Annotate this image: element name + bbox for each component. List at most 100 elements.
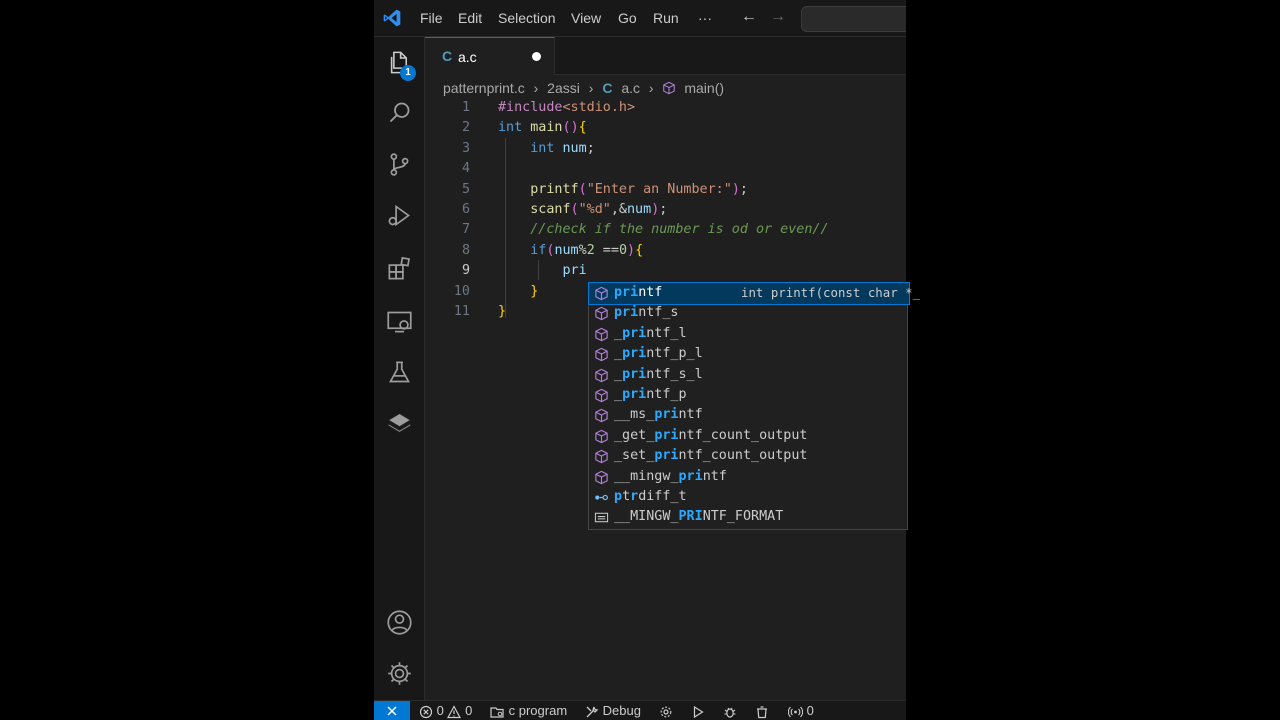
line-number: 11 xyxy=(453,304,470,319)
suggestion-label: printf xyxy=(614,285,663,300)
build-settings-button[interactable] xyxy=(659,703,673,719)
nav-forward-button[interactable]: → xyxy=(770,8,786,26)
menu-file[interactable]: File xyxy=(420,10,443,26)
layers-icon[interactable] xyxy=(386,410,413,437)
settings-gear-icon[interactable] xyxy=(386,660,413,687)
title-bar: File Edit Selection View Go Run ··· ← → xyxy=(374,0,906,37)
line-number: 9 xyxy=(461,263,470,279)
remote-explorer-icon[interactable] xyxy=(386,308,413,335)
suggestion-item[interactable]: _printf_s_l xyxy=(589,365,909,386)
suggestion-item[interactable]: printf int printf(const char *_ xyxy=(588,282,920,305)
command-center-search[interactable] xyxy=(801,6,906,32)
suggestion-label: __MINGW_PRINTF_FORMAT xyxy=(614,509,784,525)
method-cube-icon xyxy=(594,408,609,423)
code-line[interactable]: int main(){ xyxy=(498,118,587,138)
config-label: c program xyxy=(508,703,568,718)
menu-edit[interactable]: Edit xyxy=(458,10,482,26)
suggestion-label: __mingw_printf xyxy=(614,468,727,484)
code-line[interactable]: scanf("%d",&num); xyxy=(498,200,667,220)
broadcast-icon xyxy=(787,706,804,717)
method-cube-icon xyxy=(594,306,609,321)
menu-more[interactable]: ··· xyxy=(698,10,712,26)
code-line[interactable]: } xyxy=(498,282,538,302)
clean-button[interactable] xyxy=(755,703,769,719)
code-line[interactable]: #include<stdio.h> xyxy=(498,98,635,118)
menu-run[interactable]: Run xyxy=(653,10,679,26)
suggestion-item[interactable]: printf_s xyxy=(589,303,909,324)
method-cube-icon xyxy=(594,449,609,464)
breadcrumb-folder1[interactable]: patternprint.c xyxy=(443,80,525,96)
remote-indicator[interactable] xyxy=(374,701,410,720)
tab-bar: C a.c xyxy=(425,37,906,75)
method-cube-icon xyxy=(594,347,609,362)
account-icon[interactable] xyxy=(386,609,413,636)
vscode-logo-icon xyxy=(383,9,401,27)
testing-icon[interactable] xyxy=(386,359,413,386)
problems-indicator[interactable]: 0 0 xyxy=(419,703,472,719)
unsaved-dot-icon[interactable] xyxy=(532,52,541,61)
line-number: 1 xyxy=(461,100,470,115)
code-line[interactable]: int num; xyxy=(498,139,595,159)
warning-icon xyxy=(447,704,462,718)
line-number: 6 xyxy=(461,202,470,217)
suggestion-label: _printf_p_l xyxy=(614,346,703,362)
suggest-widget: printf int printf(const char *_ printf_s _p… xyxy=(588,282,920,530)
code-line[interactable]: //check if the number is od or even// xyxy=(498,220,828,240)
breadcrumb: patternprint.c › 2assi › C a.c › main() xyxy=(443,79,724,99)
suggestion-item[interactable]: __mingw_printf xyxy=(589,467,909,488)
extensions-icon[interactable] xyxy=(386,255,413,282)
debug-label: Debug xyxy=(602,703,641,718)
search-icon[interactable] xyxy=(386,99,413,126)
run-button[interactable] xyxy=(691,703,705,719)
suggestion-item[interactable]: _printf_p_l xyxy=(589,344,909,365)
line-number: 4 xyxy=(461,161,470,177)
typedef-icon xyxy=(594,490,609,505)
tab-a-c[interactable]: C a.c xyxy=(425,37,555,75)
suggestion-label: printf_s xyxy=(614,305,679,321)
error-count: 0 xyxy=(436,703,444,718)
suggestion-label: __ms_printf xyxy=(614,407,703,423)
suggestion-label: ptrdiff_t xyxy=(614,489,687,504)
code-line[interactable]: printf("Enter an Number:"); xyxy=(498,180,748,200)
trash-icon xyxy=(757,705,767,718)
suggestion-label: _printf_s_l xyxy=(614,366,703,382)
remote-icon xyxy=(387,706,397,716)
code-line[interactable]: if(num%2 ==0){ xyxy=(498,241,643,261)
line-number: 8 xyxy=(461,242,470,258)
line-number: 10 xyxy=(453,283,470,299)
debug-run-button[interactable] xyxy=(723,703,737,719)
ports-indicator[interactable]: 0 xyxy=(787,703,814,719)
suggestion-item[interactable]: _printf_p xyxy=(589,385,909,406)
suggestion-item[interactable]: _get_printf_count_output xyxy=(589,426,909,447)
breadcrumb-file[interactable]: a.c xyxy=(621,80,640,96)
run-debug-icon[interactable] xyxy=(386,202,413,229)
activity-bar: 1 xyxy=(374,37,425,700)
breadcrumb-folder2[interactable]: 2assi xyxy=(547,80,580,96)
suggestion-item[interactable]: __MINGW_PRINTF_FORMAT xyxy=(589,507,909,528)
suggestion-item[interactable]: _set_printf_count_output xyxy=(589,446,909,467)
ports-count: 0 xyxy=(806,703,814,718)
suggestion-label: _set_printf_count_output xyxy=(614,448,808,464)
suggestion-item[interactable]: _printf_l xyxy=(589,324,909,345)
suggestion-item[interactable]: __ms_printf xyxy=(589,405,909,426)
suggestion-label: _get_printf_count_output xyxy=(614,427,808,443)
line-number: 3 xyxy=(461,140,470,156)
menu-view[interactable]: View xyxy=(571,10,601,26)
menu-selection[interactable]: Selection xyxy=(498,10,556,26)
gear-icon xyxy=(660,706,672,717)
suggestion-item[interactable]: ptrdiff_t xyxy=(589,487,909,508)
menu-go[interactable]: Go xyxy=(618,10,637,26)
source-control-icon[interactable] xyxy=(386,151,413,178)
debug-selector[interactable]: Debug xyxy=(585,703,641,719)
nav-back-button[interactable]: ← xyxy=(741,8,757,26)
breadcrumb-symbol[interactable]: main() xyxy=(684,80,724,96)
chevron-right-icon: › xyxy=(588,80,594,97)
code-line[interactable]: pri xyxy=(498,261,587,281)
explorer-badge: 1 xyxy=(400,65,416,81)
line-number: 2 xyxy=(461,120,470,136)
method-cube-icon xyxy=(594,429,609,444)
config-selector[interactable]: c program xyxy=(490,703,567,719)
code-line[interactable]: } xyxy=(498,302,506,322)
method-cube-icon xyxy=(594,286,609,301)
error-icon xyxy=(419,705,433,718)
